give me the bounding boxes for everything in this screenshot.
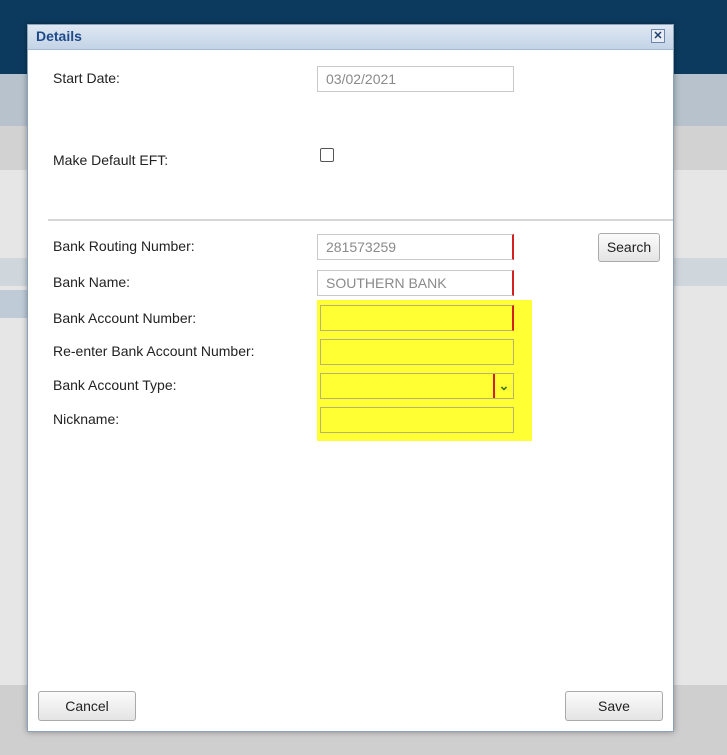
bank-routing-number-label: Bank Routing Number: <box>53 238 195 254</box>
bank-name-label: Bank Name: <box>53 274 131 290</box>
cancel-button[interactable]: Cancel <box>38 691 136 721</box>
start-date-field[interactable]: 03/02/2021 <box>317 66 514 92</box>
search-button[interactable]: Search <box>598 233 660 262</box>
nickname-label: Nickname: <box>53 411 120 427</box>
close-icon[interactable]: ✕ <box>651 29 665 43</box>
save-button[interactable]: Save <box>565 691 663 721</box>
bank-name-field[interactable]: SOUTHERN BANK <box>317 270 514 296</box>
dialog-header: Details ✕ <box>28 25 673 50</box>
section-divider <box>48 219 673 221</box>
nickname-field[interactable] <box>320 407 514 433</box>
reenter-bank-account-number-label: Re-enter Bank Account Number: <box>53 343 255 359</box>
bank-account-type-label: Bank Account Type: <box>53 377 177 393</box>
bank-account-number-label: Bank Account Number: <box>53 310 197 326</box>
details-dialog: Details ✕ Start Date: 03/02/2021 Make De… <box>27 24 674 732</box>
bank-account-type-select[interactable]: ⌄ <box>320 373 514 399</box>
make-default-eft-checkbox[interactable] <box>320 148 334 162</box>
bank-account-number-field[interactable] <box>320 305 514 331</box>
make-default-eft-label: Make Default EFT: <box>53 152 169 168</box>
start-date-label: Start Date: <box>53 70 120 86</box>
chevron-down-icon[interactable]: ⌄ <box>493 374 513 398</box>
dialog-title: Details <box>36 28 82 44</box>
bank-routing-number-field[interactable]: 281573259 <box>317 234 514 260</box>
app-table-row <box>0 290 30 318</box>
reenter-bank-account-number-field[interactable] <box>320 339 514 365</box>
